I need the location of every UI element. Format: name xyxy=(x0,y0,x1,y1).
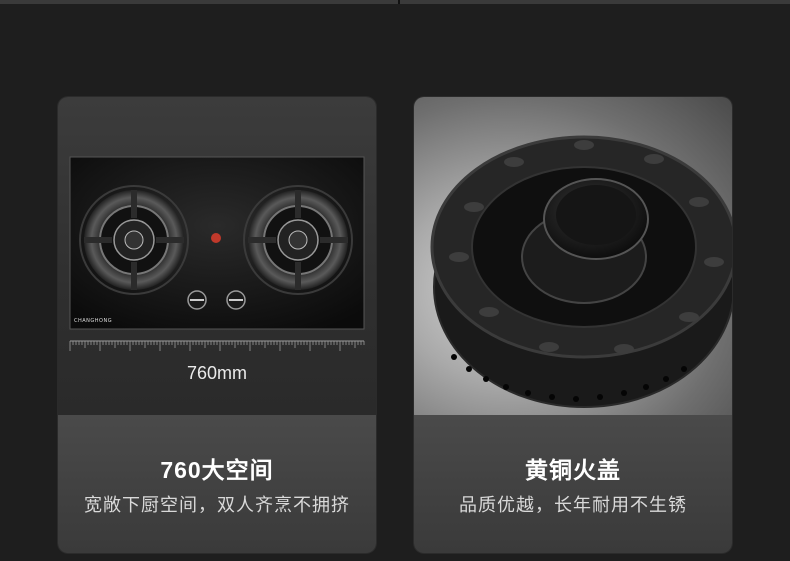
feature-subtitle: 品质优越，长年耐用不生锈 xyxy=(459,495,687,516)
ignition-indicator xyxy=(211,233,221,243)
feature-caption: 黄铜火盖 品质优越，长年耐用不生锈 xyxy=(414,415,732,553)
feature-title: 黄铜火盖 xyxy=(525,457,621,483)
control-knob-icon xyxy=(226,290,246,310)
brand-mark: CHANGHONG xyxy=(74,318,113,324)
top-strip-divider xyxy=(398,0,400,4)
feature-card-space: CHANGHONG 760mm 760大空间 宽敞下厨空间，双人齐烹不拥挤 xyxy=(58,97,376,553)
feature-caption: 760大空间 宽敞下厨空间，双人齐烹不拥挤 xyxy=(58,415,376,553)
top-strip xyxy=(0,0,790,4)
stove-burner-icon xyxy=(79,185,189,295)
width-measurement-label: 760mm xyxy=(186,363,248,383)
feature-card-burner: 黄铜火盖 品质优越，长年耐用不生锈 xyxy=(414,97,732,553)
cooktop-product-image: CHANGHONG 760mm xyxy=(58,97,376,415)
brass-burner-cap-icon xyxy=(430,135,732,408)
feature-title: 760大空间 xyxy=(160,457,274,483)
stove-burner-icon xyxy=(243,185,353,295)
control-knob-icon xyxy=(187,290,207,310)
feature-subtitle: 宽敞下厨空间，双人齐烹不拥挤 xyxy=(84,495,350,516)
burner-closeup-image xyxy=(414,97,732,415)
ruler-icon xyxy=(69,340,365,351)
